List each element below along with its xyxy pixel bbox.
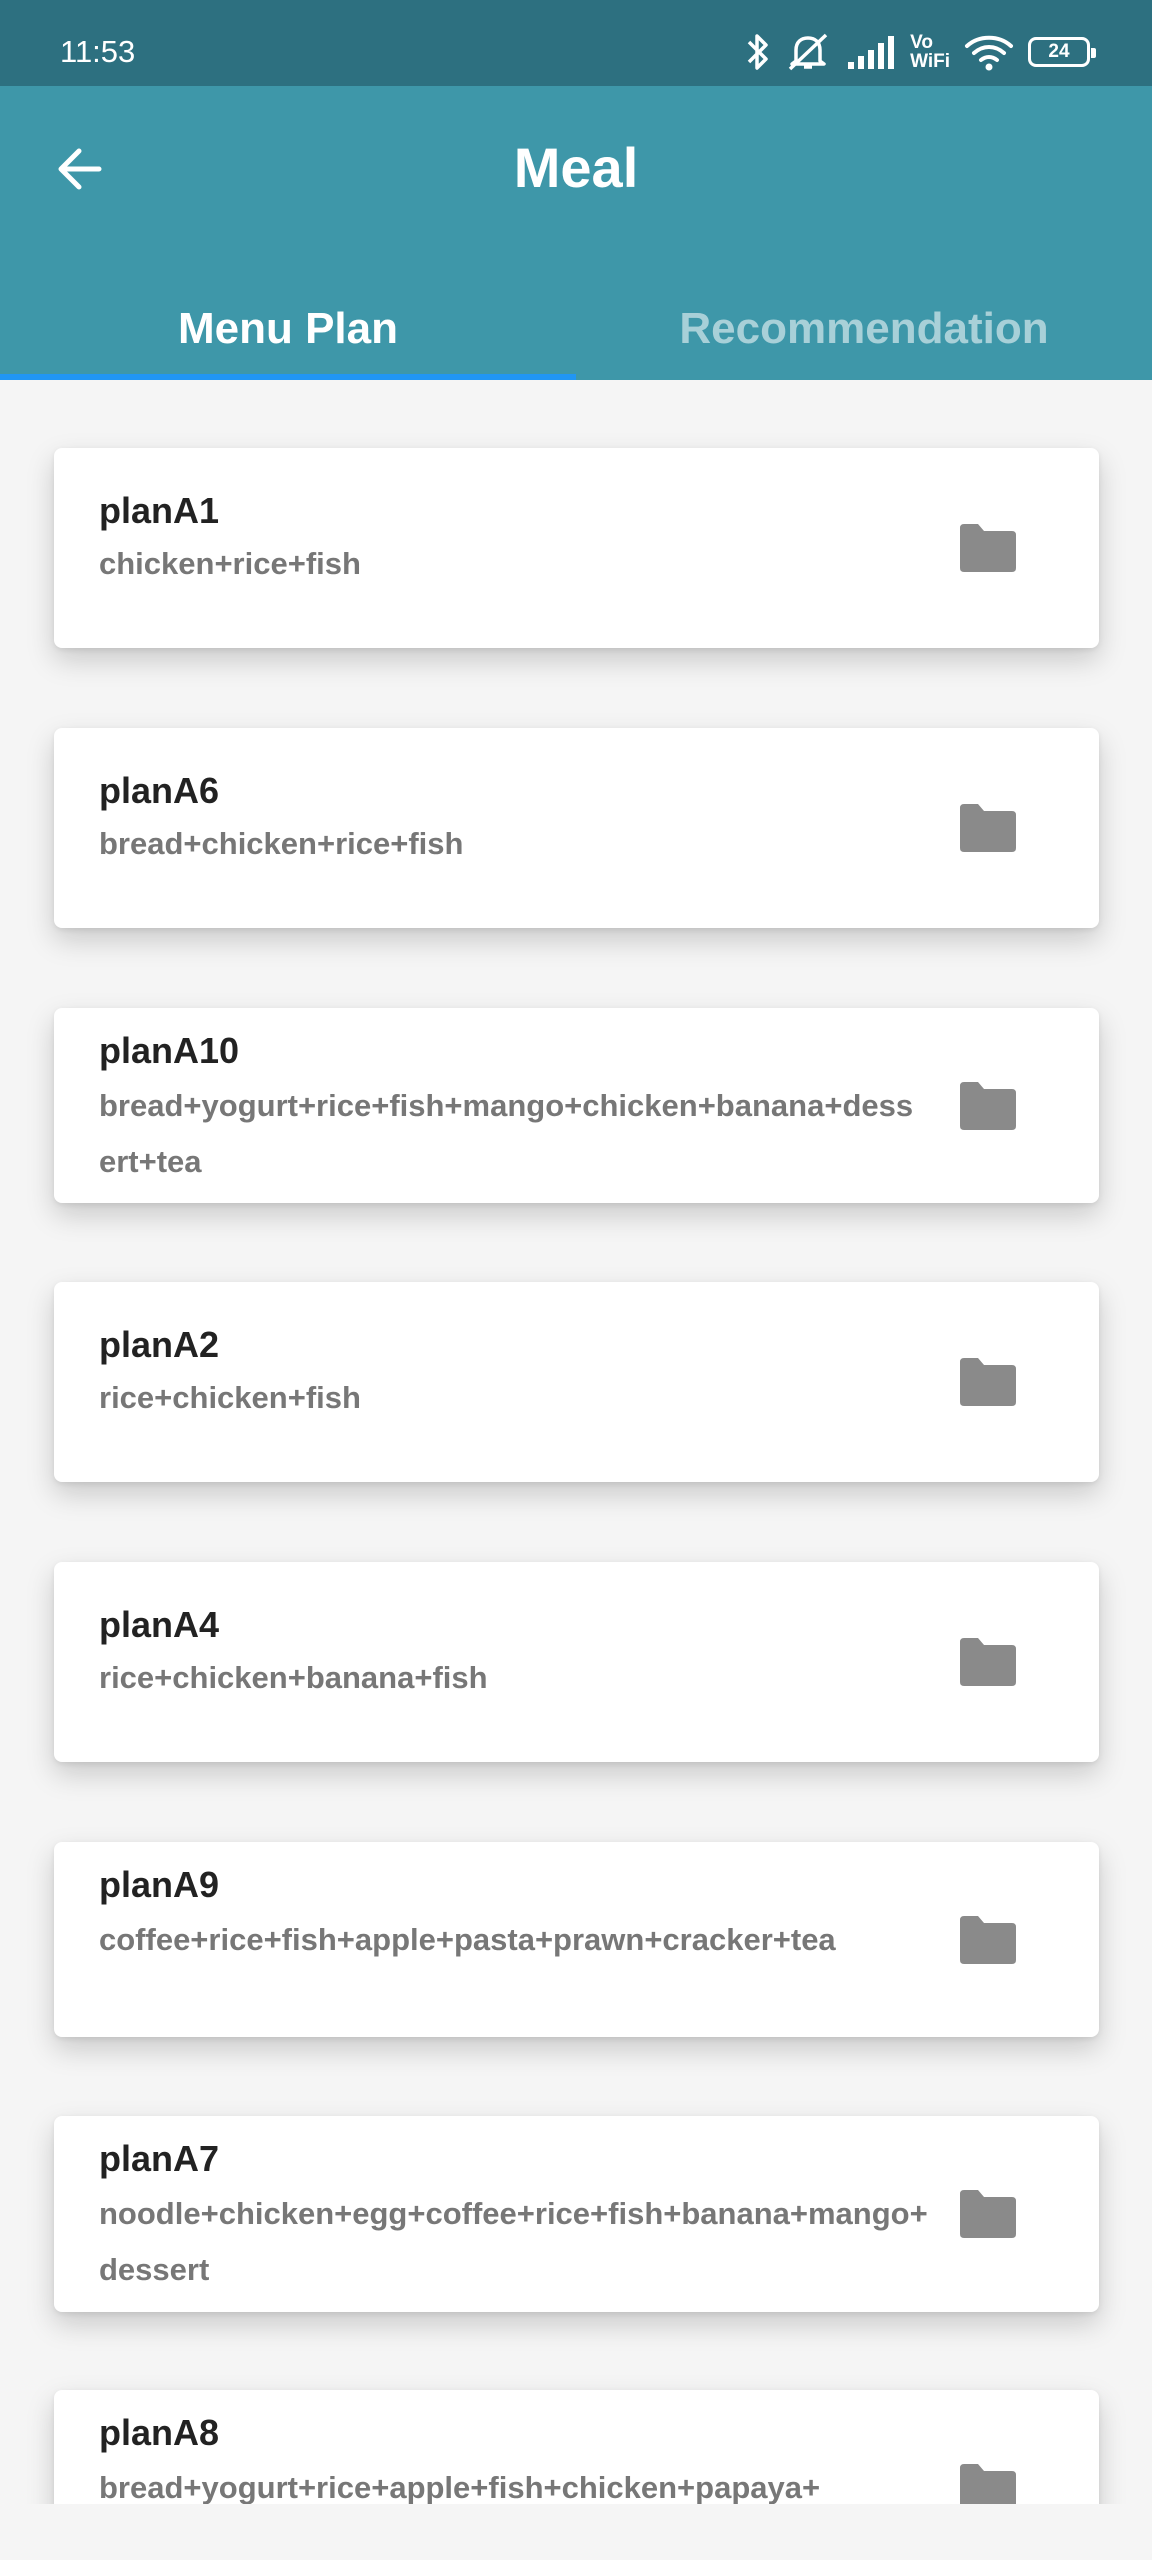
plan-card[interactable]: planA10 bread+yogurt+rice+fish+mango+chi…: [54, 1008, 1099, 1203]
tab-menu-plan[interactable]: Menu Plan: [0, 286, 576, 380]
battery-icon: 24: [1028, 37, 1096, 67]
plan-name: planA7: [99, 2138, 220, 2179]
mute-icon: [788, 33, 828, 71]
bluetooth-icon: [747, 34, 768, 70]
plan-card[interactable]: planA7 noodle+chicken+egg+coffee+rice+fi…: [54, 2116, 1099, 2312]
page-title: Meal: [513, 136, 639, 199]
system-nav-bar: [0, 2504, 1152, 2560]
plan-items: rice+chicken+fish: [99, 1380, 361, 1415]
folder-icon[interactable]: [956, 802, 1018, 854]
plan-items: bread+yogurt+rice+apple+fish+chicken+pap…: [99, 2470, 821, 2504]
folder-icon[interactable]: [956, 1914, 1018, 1966]
plan-list[interactable]: planA1 chicken+rice+fish planA6 bread+ch…: [0, 380, 1152, 2504]
plan-items: rice+chicken+banana+fish: [99, 1660, 488, 1695]
wifi-icon: [965, 35, 1013, 71]
plan-card[interactable]: planA8 bread+yogurt+rice+apple+fish+chic…: [54, 2390, 1099, 2504]
vowifi-label-bottom: WiFi: [910, 51, 950, 72]
folder-icon[interactable]: [956, 2462, 1018, 2504]
plan-name: planA9: [99, 1864, 220, 1905]
vowifi-label-top: Vo: [910, 32, 933, 53]
battery-level: 24: [1048, 41, 1070, 62]
vowifi-icon: Vo WiFi: [910, 33, 950, 71]
plan-items: coffee+rice+fish+apple+pasta+prawn+crack…: [99, 1922, 836, 1957]
plan-card[interactable]: planA4 rice+chicken+banana+fish: [54, 1562, 1099, 1762]
status-icons: Vo WiFi 24: [744, 28, 1096, 76]
tab-menu-plan-label: Menu Plan: [177, 304, 399, 353]
folder-icon[interactable]: [956, 1636, 1018, 1688]
folder-icon[interactable]: [956, 1080, 1018, 1132]
app-bar: Meal Menu Plan Recommendation: [0, 86, 1152, 380]
plan-items: bread+chicken+rice+fish: [99, 826, 464, 861]
folder-icon[interactable]: [956, 1356, 1018, 1408]
plan-name: planA8: [99, 2412, 220, 2453]
status-time: 11:53: [60, 34, 136, 69]
plan-name: planA10: [99, 1030, 240, 1071]
plan-items: chicken+rice+fish: [99, 546, 361, 581]
plan-name: planA1: [99, 490, 220, 531]
plan-card[interactable]: planA6 bread+chicken+rice+fish: [54, 728, 1099, 928]
plan-card[interactable]: planA9 coffee+rice+fish+apple+pasta+praw…: [54, 1842, 1099, 2037]
folder-icon[interactable]: [956, 2188, 1018, 2240]
tab-bar: Menu Plan Recommendation: [0, 286, 1152, 380]
tab-recommendation-label: Recommendation: [679, 304, 1049, 353]
plan-name: planA6: [99, 770, 220, 811]
plan-name: planA2: [99, 1324, 220, 1365]
folder-icon[interactable]: [956, 522, 1018, 574]
tab-recommendation[interactable]: Recommendation: [576, 286, 1152, 380]
signal-icon: [848, 36, 895, 69]
plan-card[interactable]: planA2 rice+chicken+fish: [54, 1282, 1099, 1482]
plan-items: noodle+chicken+egg+coffee+rice+fish+bana…: [99, 2196, 928, 2287]
plan-items: bread+yogurt+rice+fish+mango+chicken+ban…: [99, 1088, 914, 1179]
status-bar: 11:53 Vo WiFi 24: [0, 0, 1152, 86]
plan-card[interactable]: planA1 chicken+rice+fish: [54, 448, 1099, 648]
plan-name: planA4: [99, 1604, 220, 1645]
